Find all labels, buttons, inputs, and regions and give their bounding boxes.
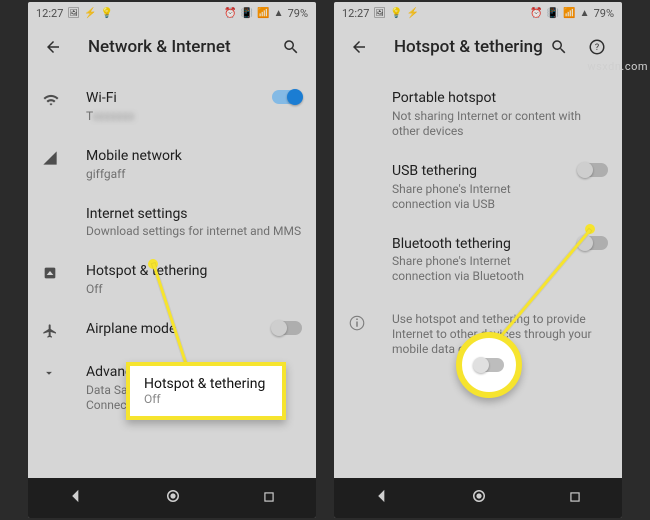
row-title: Internet settings	[86, 206, 302, 223]
wifi-icon	[42, 92, 60, 110]
alarm-icon: ⏰	[224, 8, 236, 19]
vibrate-icon: 📳	[547, 8, 559, 19]
status-time: 12:27	[342, 7, 369, 20]
status-time: 12:27	[36, 7, 63, 20]
row-sub: Share phone's Internet connection via US…	[392, 182, 568, 212]
row-sub: giffgaff	[86, 167, 302, 182]
row-bluetooth-tethering[interactable]: Bluetooth tethering Share phone's Intern…	[334, 224, 622, 297]
row-title: USB tethering	[392, 163, 568, 180]
nav-back[interactable]	[68, 488, 84, 508]
bluetooth-tethering-toggle[interactable]	[578, 236, 608, 250]
row-usb-tethering[interactable]: USB tethering Share phone's Internet con…	[334, 151, 622, 224]
row-sub: Not sharing Internet or content with oth…	[392, 109, 608, 139]
nav-recent[interactable]	[568, 489, 582, 508]
row-sub: Data Saver, VPN, Private DNS, Connection…	[86, 383, 302, 413]
airplane-toggle[interactable]	[272, 321, 302, 335]
back-arrow-icon[interactable]	[42, 38, 64, 56]
signal-icon: ▲	[274, 8, 284, 19]
image-icon: 🖼	[67, 8, 80, 19]
row-title: Advanced	[86, 364, 302, 381]
row-portable-hotspot[interactable]: Portable hotspot Not sharing Internet or…	[334, 78, 622, 151]
status-battery: 79%	[288, 7, 308, 20]
wifi-toggle[interactable]	[272, 90, 302, 104]
row-advanced[interactable]: Advanced Data Saver, VPN, Private DNS, C…	[28, 352, 316, 425]
back-arrow-icon[interactable]	[348, 38, 370, 56]
image-icon: 🖼	[373, 8, 386, 19]
phone-left: 12:27 🖼 ⚡ 💡 ⏰ 📳 📶 ▲ 79% Network & Intern…	[28, 2, 316, 518]
signal-icon	[42, 150, 58, 166]
phone-right: 12:27 🖼 💡 ⚡ ⏰ 📳 📶 ▲ 79% Hotspot & tether…	[334, 2, 622, 518]
vibrate-icon: 📳	[241, 8, 253, 19]
nav-home[interactable]	[470, 487, 488, 509]
search-icon[interactable]	[548, 38, 570, 56]
status-battery: 79%	[594, 7, 614, 20]
app-bar: Hotspot & tethering ?	[334, 24, 622, 70]
alarm-icon: ⏰	[530, 8, 542, 19]
tutorial-canvas: 12:27 🖼 ⚡ 💡 ⏰ 📳 📶 ▲ 79% Network & Intern…	[0, 0, 650, 520]
wifi-name-blurred: xxxxxxx	[93, 109, 135, 123]
settings-list: Portable hotspot Not sharing Internet or…	[334, 70, 622, 377]
bolt-icon: ⚡	[407, 8, 419, 19]
svg-text:?: ?	[595, 43, 599, 53]
row-title: Airplane mode	[86, 321, 262, 338]
row-sub: Download settings for internet and MMS	[86, 224, 302, 239]
lightbulb-icon: 💡	[101, 8, 113, 19]
row-mobile-network[interactable]: Mobile network giffgaff	[28, 136, 316, 194]
bolt-icon: ⚡	[84, 8, 96, 19]
row-title: Portable hotspot	[392, 90, 608, 107]
airplane-icon	[42, 323, 58, 339]
usb-tethering-toggle[interactable]	[578, 163, 608, 177]
info-text: Use hotspot and tethering to provide Int…	[392, 312, 608, 357]
row-sub: Off	[86, 282, 302, 297]
nav-home[interactable]	[164, 487, 182, 509]
status-bar: 12:27 🖼 💡 ⚡ ⏰ 📳 📶 ▲ 79%	[334, 2, 622, 24]
row-sub: Share phone's Internet connection via Bl…	[392, 254, 568, 284]
page-title: Hotspot & tethering	[370, 37, 548, 57]
search-icon[interactable]	[280, 38, 302, 56]
status-bar: 12:27 🖼 ⚡ 💡 ⏰ 📳 📶 ▲ 79%	[28, 2, 316, 24]
page-title: Network & Internet	[64, 37, 280, 57]
nav-bar	[334, 478, 622, 518]
wifi-weak-icon: 📶	[257, 8, 269, 19]
row-title: Mobile network	[86, 148, 302, 165]
row-internet-settings[interactable]: Internet settings Download settings for …	[28, 194, 316, 252]
nav-back[interactable]	[374, 488, 390, 508]
hotspot-icon	[42, 265, 58, 281]
row-title: Hotspot & tethering	[86, 263, 302, 280]
row-airplane-mode[interactable]: Airplane mode	[28, 309, 316, 352]
row-title: Wi-Fi	[86, 90, 262, 107]
help-icon[interactable]: ?	[586, 38, 608, 56]
row-title: Bluetooth tethering	[392, 236, 568, 253]
chevron-down-icon	[42, 366, 56, 380]
row-sub: T	[86, 109, 93, 123]
row-wifi[interactable]: Wi-Fi Txxxxxxx	[28, 78, 316, 136]
settings-list: Wi-Fi Txxxxxxx Mobile network giffgaff I…	[28, 70, 316, 433]
app-bar: Network & Internet	[28, 24, 316, 70]
lightbulb-icon: 💡	[390, 8, 402, 19]
watermark: wsxdn.com	[587, 60, 648, 73]
info-icon	[348, 314, 366, 332]
nav-recent[interactable]	[262, 489, 276, 508]
nav-bar	[28, 478, 316, 518]
row-hotspot-tethering[interactable]: Hotspot & tethering Off	[28, 251, 316, 309]
signal-icon: ▲	[580, 8, 590, 19]
wifi-weak-icon: 📶	[563, 8, 575, 19]
row-info: Use hotspot and tethering to provide Int…	[334, 296, 622, 369]
